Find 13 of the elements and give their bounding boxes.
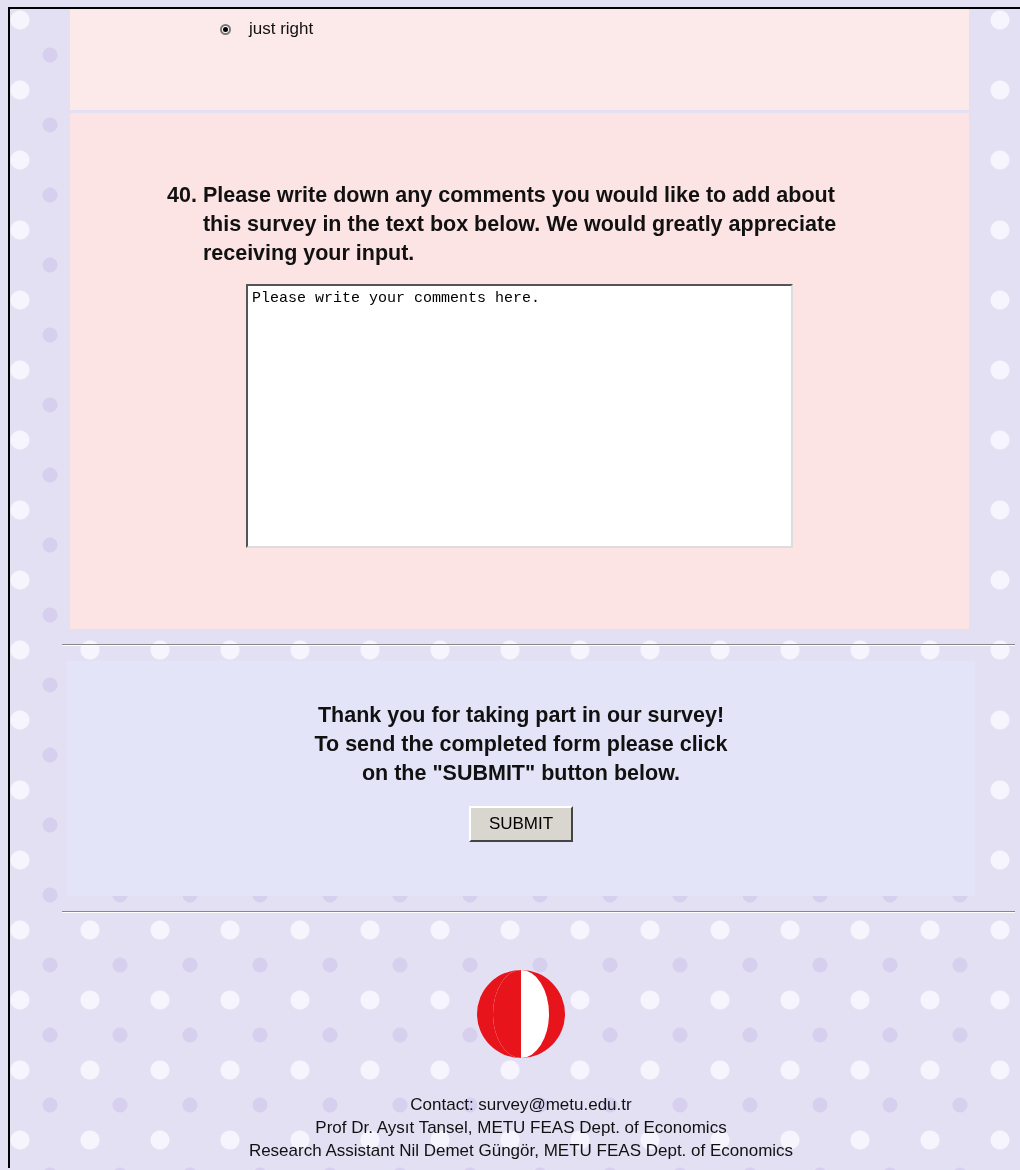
radio-option[interactable]: just right — [220, 19, 969, 39]
radio-button[interactable] — [220, 23, 231, 35]
footer-text: Contact: survey@metu.edu.tr — [410, 1094, 632, 1116]
question-number: 40. — [167, 182, 197, 209]
thank-you-text: To send the completed form please click — [314, 731, 728, 758]
submit-button[interactable]: SUBMIT — [468, 806, 574, 842]
footer-text: Prof Dr. Aysıt Tansel, METU FEAS Dept. of Economics — [315, 1117, 727, 1139]
university-logo-icon — [474, 967, 568, 1061]
thank-you-text: on the "SUBMIT" button below. — [361, 760, 681, 787]
thank-you-text: Thank you for taking part in our survey! — [317, 702, 725, 729]
comment-field[interactable]: Please write your comments here. — [246, 284, 793, 548]
footer-text: Research Assistant Nil Demet Güngör, METU FEAS Dept. of Economics — [248, 1140, 794, 1162]
question-text: Please write down any comments you would like to add about this survey in the text box below. We would greatly appreciate receiving your input. — [202, 182, 838, 267]
